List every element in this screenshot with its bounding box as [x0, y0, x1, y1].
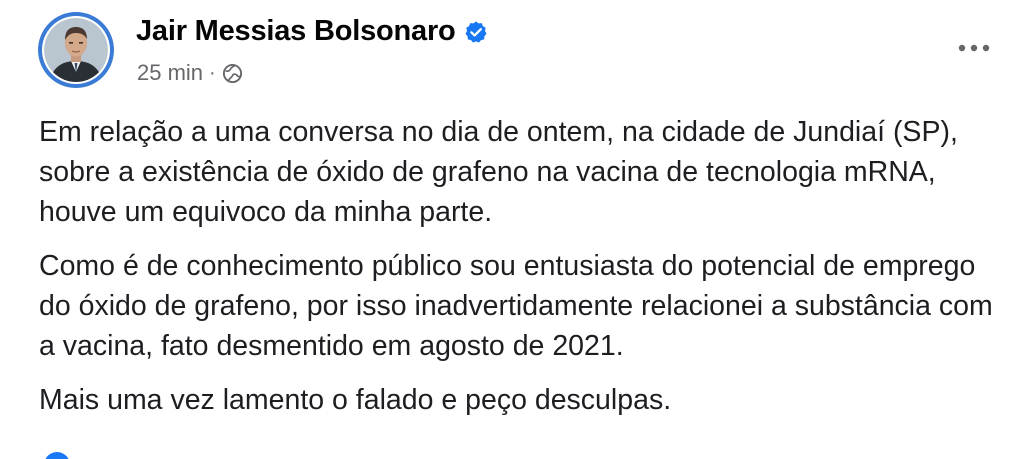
author-line: Jair Messias Bolsonaro: [136, 15, 488, 48]
meta-separator: ·: [209, 62, 216, 84]
reaction-icon: [44, 452, 70, 459]
post-timestamp[interactable]: 25 min: [137, 60, 203, 86]
globe-icon[interactable]: [222, 63, 243, 84]
post-paragraph-3: Mais uma vez lamento o falado e peço des…: [39, 384, 672, 416]
avatar-photo: [42, 16, 110, 84]
post-meta: 25 min ·: [137, 60, 243, 86]
post-text: Em relação a uma conversa no dia de onte…: [39, 112, 999, 434]
facebook-post: Jair Messias Bolsonaro 25 min · Em relaç…: [0, 0, 1024, 459]
post-paragraph-2: Como é de conhecimento público sou entus…: [39, 250, 993, 362]
author-name[interactable]: Jair Messias Bolsonaro: [136, 15, 456, 48]
more-options-button[interactable]: [948, 28, 1000, 68]
more-options-icon: [958, 44, 990, 52]
profile-photo-icon: [44, 18, 108, 82]
verified-badge-icon: [464, 20, 488, 44]
avatar[interactable]: [38, 12, 114, 88]
post-paragraph-1: Em relação a uma conversa no dia de onte…: [39, 116, 958, 228]
